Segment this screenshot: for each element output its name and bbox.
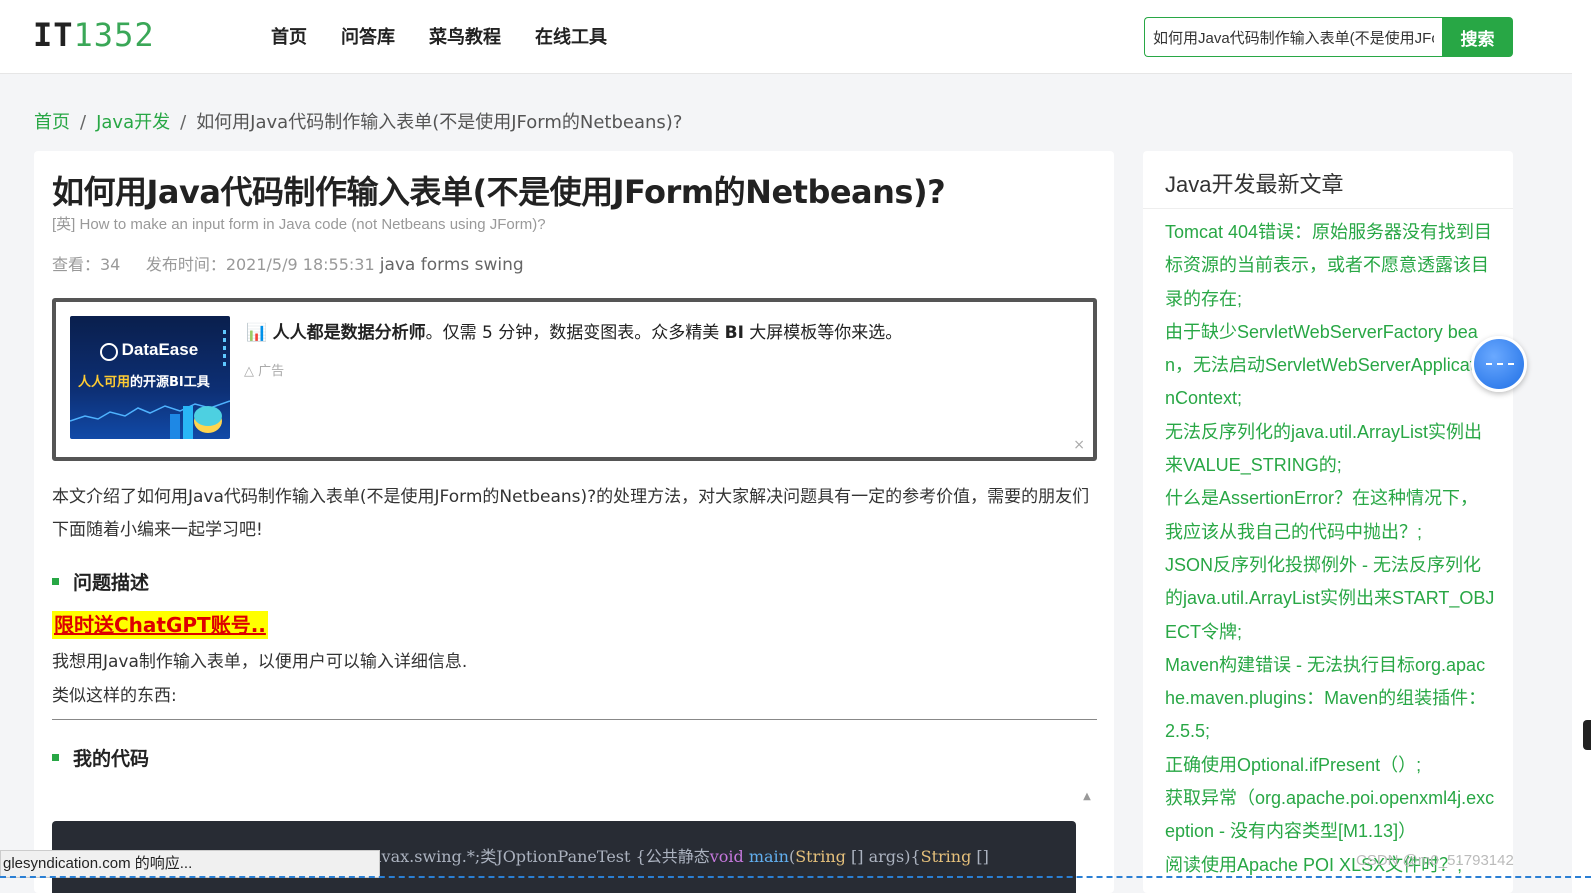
sidebar-title: Java开发最新文章 bbox=[1165, 172, 1344, 197]
ad-banner[interactable]: DataEase 人人可用的开源BI工具 📊 人人都是数据分析师。仅需 5 分钟… bbox=[52, 298, 1097, 461]
site-logo[interactable]: IT1352 bbox=[33, 15, 155, 55]
browser-status-bar: glesyndication.com 的响应... bbox=[0, 850, 380, 878]
scroll-handle[interactable] bbox=[1583, 720, 1591, 750]
sidebar-article-link[interactable]: Tomcat 404错误：原始服务器没有找到目标资源的当前表示，或者不愿意透露该… bbox=[1165, 216, 1495, 316]
bullet-icon bbox=[52, 578, 59, 585]
search-input[interactable] bbox=[1144, 17, 1442, 57]
view-count: 查看：34 bbox=[52, 255, 121, 274]
sidebar-article-link[interactable]: JSON反序列化投掷例外 - 无法反序列化的java.util.ArrayLis… bbox=[1165, 549, 1495, 649]
breadcrumb-separator: / bbox=[80, 112, 87, 133]
nav-qa[interactable]: 问答库 bbox=[328, 24, 408, 52]
breadcrumb-separator: / bbox=[180, 112, 187, 133]
nav-tutorial[interactable]: 菜鸟教程 bbox=[416, 24, 514, 52]
publish-time: 发布时间：2021/5/9 18:55:31 bbox=[145, 255, 375, 274]
bullet-icon bbox=[52, 754, 59, 761]
logo-text-it: IT bbox=[33, 16, 74, 54]
chart-emoji-icon: 📊 bbox=[246, 323, 268, 343]
paragraph: 我想用Java制作输入表单，以便用户可以输入详细信息. bbox=[52, 652, 468, 672]
search-bar: 搜索 bbox=[1144, 17, 1513, 57]
sidebar-article-link[interactable]: Maven构建错误 - 无法执行目标org.apache.maven.plugi… bbox=[1165, 649, 1495, 749]
promo-link[interactable]: 限时送ChatGPT账号.. bbox=[52, 611, 268, 639]
decor-dots-icon bbox=[223, 330, 226, 370]
sidebar-article-link[interactable]: 无法反序列化的java.util.ArrayList实例出来VALUE_STRI… bbox=[1165, 416, 1495, 483]
breadcrumb-current: 如何用Java代码制作输入表单(不是使用JForm的Netbeans)? bbox=[196, 112, 683, 133]
sidebar-latest-articles: Java开发最新文章 Tomcat 404错误：原始服务器没有找到目标资源的当前… bbox=[1143, 151, 1513, 893]
sidebar-article-link[interactable]: 获取异常（org.apache.poi.openxml4j.exception … bbox=[1165, 782, 1495, 849]
sidebar-article-link[interactable]: 正确使用Optional.ifPresent（）; bbox=[1165, 749, 1495, 782]
article-tags[interactable]: java forms swing bbox=[380, 255, 524, 275]
section-heading-problem: 问题描述 bbox=[52, 568, 149, 595]
article-intro: 本文介绍了如何用Java代码制作输入表单(不是使用JForm的Netbeans)… bbox=[52, 487, 1090, 540]
sidebar-article-list: Tomcat 404错误：原始服务器没有找到目标资源的当前表示，或者不愿意透露该… bbox=[1165, 216, 1495, 882]
article-subtitle: [英] How to make an input form in Java co… bbox=[52, 216, 546, 233]
breadcrumb-home[interactable]: 首页 bbox=[34, 112, 70, 133]
article-meta: 查看：34 发布时间：2021/5/9 18:55:31 java forms … bbox=[52, 251, 524, 275]
watermark: CSDN @m0_51793142 bbox=[1356, 852, 1514, 869]
floating-assistant-button[interactable] bbox=[1471, 336, 1527, 392]
ad-choices-icon: △ bbox=[244, 364, 254, 379]
nav-home[interactable]: 首页 bbox=[258, 24, 320, 52]
ad-image[interactable]: DataEase 人人可用的开源BI工具 bbox=[70, 316, 230, 439]
nav-tools[interactable]: 在线工具 bbox=[522, 24, 620, 52]
page-right-margin bbox=[1572, 0, 1591, 893]
sidebar-article-link[interactable]: 由于缺少ServletWebServerFactory bean，无法启动Ser… bbox=[1165, 316, 1495, 416]
divider bbox=[52, 719, 1097, 720]
article-card: 如何用Java代码制作输入表单(不是使用JForm的Netbeans)? [英]… bbox=[34, 151, 1114, 893]
logo-text-num: 1352 bbox=[73, 16, 155, 54]
section-heading-code: 我的代码 bbox=[52, 744, 149, 771]
ad-chart-graphic-icon bbox=[70, 400, 230, 439]
ad-headline[interactable]: 📊 人人都是数据分析师。仅需 5 分钟，数据变图表。众多精美 BI 大屏模板等你… bbox=[246, 318, 902, 343]
ad-label: △ 广告 bbox=[244, 364, 285, 379]
breadcrumb-category[interactable]: Java开发 bbox=[96, 112, 170, 133]
paragraph: 类似这样的东西: bbox=[52, 686, 177, 706]
site-header: IT1352 首页 问答库 菜鸟教程 在线工具 搜索 bbox=[0, 0, 1591, 74]
ad-brand: DataEase bbox=[121, 340, 199, 359]
ad-close-icon[interactable]: × bbox=[1073, 437, 1085, 453]
breadcrumb: 首页 / Java开发 / 如何用Java代码制作输入表单(不是使用JForm的Netb… bbox=[34, 110, 682, 136]
dashed-line-icon bbox=[1486, 363, 1514, 365]
article-title: 如何用Java代码制作输入表单(不是使用JForm的Netbeans)? bbox=[52, 173, 946, 211]
main-nav: 首页 问答库 菜鸟教程 在线工具 bbox=[258, 24, 628, 52]
dashed-border bbox=[0, 876, 1591, 878]
divider bbox=[1143, 208, 1513, 209]
code-line: avax.swing.*;类JOptionPaneTest {公共静态void … bbox=[372, 847, 989, 866]
search-button[interactable]: 搜索 bbox=[1442, 17, 1513, 57]
sidebar-article-link[interactable]: 什么是AssertionError？在这种情况下，我应该从我自己的代码中抛出？; bbox=[1165, 482, 1495, 549]
scroll-up-arrow-icon[interactable]: ▲ bbox=[1078, 787, 1096, 807]
